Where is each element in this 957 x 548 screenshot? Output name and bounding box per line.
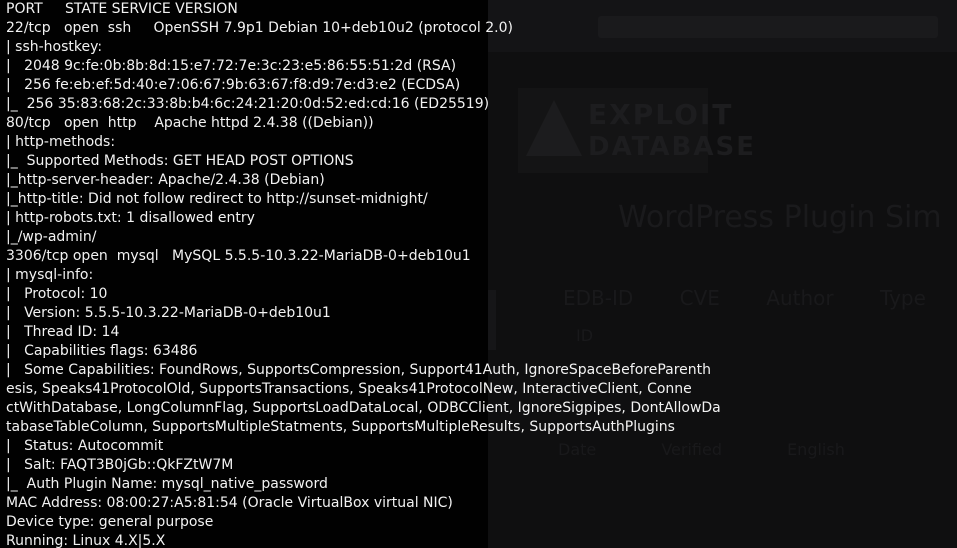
terminal-output[interactable]: PORT STATE SERVICE VERSION 22/tcp open s… [6, 0, 951, 548]
terminal-line: 22/tcp open ssh OpenSSH 7.9p1 Debian 10+… [6, 20, 513, 36]
terminal-line: | 2048 9c:fe:0b:8b:8d:15:e7:72:7e:3c:23:… [6, 58, 457, 74]
terminal-line: |_ 256 35:83:68:2c:33:8b:b4:6c:24:21:20:… [6, 96, 490, 112]
terminal-line: | Version: 5.5.5-10.3.22-MariaDB-0+deb10… [6, 305, 331, 321]
terminal-line: |_ Auth Plugin Name: mysql_native_passwo… [6, 476, 328, 492]
terminal-line: | http-robots.txt: 1 disallowed entry [6, 210, 255, 226]
terminal-line: PORT STATE SERVICE VERSION [6, 1, 238, 17]
terminal-line: 80/tcp open http Apache httpd 2.4.38 ((D… [6, 115, 374, 131]
terminal-line: | Capabilities flags: 63486 [6, 343, 198, 359]
terminal-line: | 256 fe:eb:ef:5d:40:e7:06:67:9b:63:67:f… [6, 77, 461, 93]
terminal-line: tabaseTableColumn, SupportsMultipleStatm… [6, 419, 675, 435]
terminal-line: |_/wp-admin/ [6, 229, 97, 245]
terminal-line: | Status: Autocommit [6, 438, 164, 454]
terminal-line: | Salt: FAQT3B0jGb::QkFZtW7M [6, 457, 234, 473]
terminal-line: | http-methods: [6, 134, 116, 150]
terminal-line: Device type: general purpose [6, 514, 214, 530]
terminal-line: MAC Address: 08:00:27:A5:81:54 (Oracle V… [6, 495, 453, 511]
terminal-line: | Some Capabilities: FoundRows, Supports… [6, 362, 712, 378]
screenshot: EXPLOIT DATABASE WordPress Plugin Sim ED… [0, 0, 957, 548]
terminal-line: ctWithDatabase, LongColumnFlag, Supports… [6, 400, 721, 416]
terminal-line: | Thread ID: 14 [6, 324, 120, 340]
terminal-line: |_ Supported Methods: GET HEAD POST OPTI… [6, 153, 354, 169]
terminal-line: esis, Speaks41ProtocolOld, SupportsTrans… [6, 381, 692, 397]
terminal-line: |_http-server-header: Apache/2.4.38 (Deb… [6, 172, 325, 188]
terminal-line: 3306/tcp open mysql MySQL 5.5.5-10.3.22-… [6, 248, 471, 264]
terminal-line: | ssh-hostkey: [6, 39, 103, 55]
terminal-line: |_http-title: Did not follow redirect to… [6, 191, 428, 207]
terminal-line: | Protocol: 10 [6, 286, 108, 302]
terminal-line: | mysql-info: [6, 267, 94, 283]
terminal-line: Running: Linux 4.X|5.X [6, 533, 166, 548]
